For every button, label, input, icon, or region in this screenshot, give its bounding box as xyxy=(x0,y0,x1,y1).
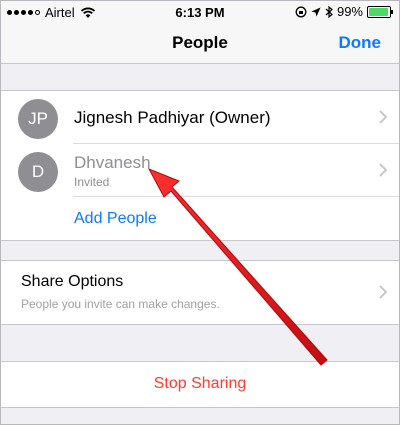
stop-sharing-button[interactable]: Stop Sharing xyxy=(1,375,399,393)
avatar: JP xyxy=(18,99,58,139)
chevron-right-icon xyxy=(379,110,387,124)
people-group: JP Jignesh Padhiyar (Owner) D Dhvanesh I… xyxy=(1,90,399,241)
done-button[interactable]: Done xyxy=(339,33,382,53)
battery-level-fill xyxy=(369,7,388,16)
add-people-row[interactable]: Add People xyxy=(1,197,399,240)
screen: Airtel 6:13 PM 99% People Done JP Jignes… xyxy=(0,0,400,425)
navigation-bar: People Done xyxy=(1,23,399,64)
stop-sharing-row[interactable]: Stop Sharing xyxy=(1,361,399,408)
person-row-invited[interactable]: D Dhvanesh Invited xyxy=(1,144,399,197)
lock-rotation-icon xyxy=(295,6,307,17)
person-row-owner[interactable]: JP Jignesh Padhiyar (Owner) xyxy=(1,91,399,144)
chevron-right-icon xyxy=(379,163,387,177)
share-options-row[interactable]: Share Options People you invite can make… xyxy=(1,260,399,325)
person-name: Jignesh Padhiyar (Owner) xyxy=(74,108,271,127)
chevron-right-icon xyxy=(379,285,387,299)
add-people-button[interactable]: Add People xyxy=(74,210,157,228)
share-options-subtitle: People you invite can make changes. xyxy=(21,297,220,311)
share-options-title: Share Options xyxy=(21,273,124,290)
person-name: Dhvanesh xyxy=(74,153,151,172)
bluetooth-icon xyxy=(325,5,333,18)
battery-icon xyxy=(367,5,393,18)
battery-percent: 99% xyxy=(336,4,363,19)
invite-status: Invited xyxy=(74,175,110,189)
status-bar: Airtel 6:13 PM 99% xyxy=(1,1,399,23)
location-icon xyxy=(311,7,321,16)
avatar: D xyxy=(18,152,58,192)
